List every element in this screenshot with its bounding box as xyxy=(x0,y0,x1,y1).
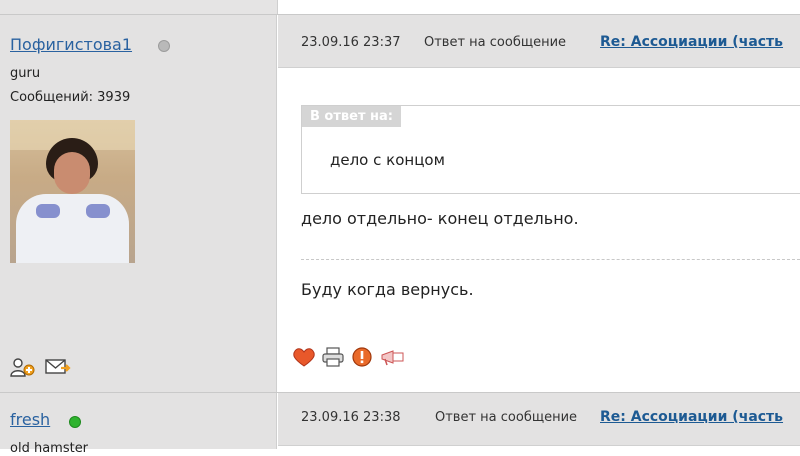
signature-separator xyxy=(301,259,800,260)
previous-post-bottom xyxy=(0,0,800,14)
megaphone-icon[interactable] xyxy=(379,347,404,365)
author-name-link[interactable]: Пофигистова1 xyxy=(10,35,132,54)
author-name-link[interactable]: fresh xyxy=(10,410,50,429)
offline-status-icon xyxy=(158,40,170,52)
print-icon[interactable] xyxy=(321,346,344,367)
post-actions xyxy=(292,345,409,367)
author-panel: Пофигистова1 guru Сообщений: 3939 xyxy=(0,15,277,392)
signature: Буду когда вернусь. xyxy=(301,280,474,299)
add-friend-icon[interactable] xyxy=(10,357,35,377)
previous-author-cell xyxy=(0,0,278,14)
previous-message-cell xyxy=(278,0,800,14)
reply-to-label: Ответ на сообщение xyxy=(424,35,567,50)
quote-label: В ответ на: xyxy=(302,106,401,127)
post-header: 23.09.16 23:38 Ответ на сообщение Re: Ас… xyxy=(278,393,800,446)
online-status-icon xyxy=(69,416,81,428)
topic-link[interactable]: Re: Ассоциации (часть xyxy=(600,34,783,50)
forum-post: fresh old hamster 23.09.16 23:38 Ответ н… xyxy=(0,393,800,456)
post-date: 23.09.16 23:38 xyxy=(301,410,401,425)
post-date: 23.09.16 23:37 xyxy=(301,35,401,50)
topic-link[interactable]: Re: Ассоциации (часть xyxy=(600,409,783,425)
avatar[interactable] xyxy=(10,120,135,263)
post-header: 23.09.16 23:37 Ответ на сообщение Re: Ас… xyxy=(278,15,800,68)
author-panel: fresh old hamster xyxy=(0,393,277,456)
report-icon[interactable] xyxy=(350,346,372,367)
like-heart-icon[interactable] xyxy=(292,347,315,367)
quote-text: дело с концом xyxy=(330,151,445,169)
author-actions xyxy=(10,355,75,377)
forum-post: Пофигистова1 guru Сообщений: 3939 23.09.… xyxy=(0,15,800,392)
author-rank: guru xyxy=(10,66,41,81)
quote-block: В ответ на: дело с концом xyxy=(301,105,800,194)
post-body: дело отдельно- конец отдельно. xyxy=(301,209,579,228)
author-message-count: Сообщений: 3939 xyxy=(10,90,131,105)
reply-to-label: Ответ на сообщение xyxy=(435,410,578,425)
send-message-icon[interactable] xyxy=(45,357,71,375)
